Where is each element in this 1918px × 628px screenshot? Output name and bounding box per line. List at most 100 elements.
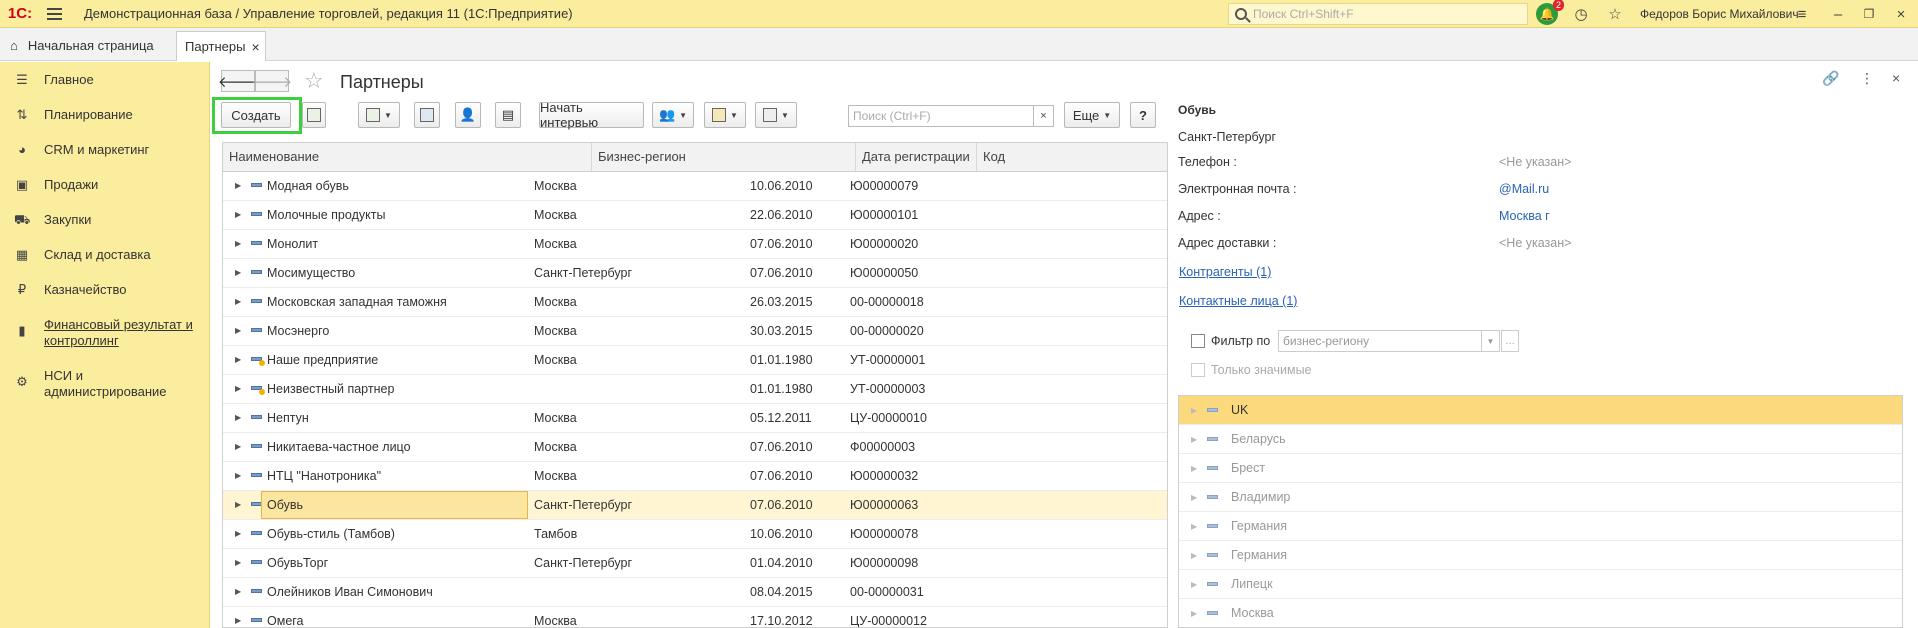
expand-arrow-icon[interactable]: ▶ <box>1191 512 1197 541</box>
region-list-item[interactable]: ▶ Брест <box>1179 454 1902 483</box>
region-list-item[interactable]: ▶ Москва <box>1179 599 1902 627</box>
email-value[interactable]: @Mail.ru <box>1499 182 1549 196</box>
document-button[interactable]: ▤ <box>495 102 521 128</box>
favorite-star-icon[interactable]: ☆ <box>304 68 324 94</box>
table-row[interactable]: ▶ Обувь-стиль (Тамбов) Тамбов 10.06.2010 Ю00… <box>223 520 1167 549</box>
history-icon[interactable]: ◷ <box>1570 3 1592 25</box>
region-list-item[interactable]: ▶ Германия <box>1179 512 1902 541</box>
interaction-button[interactable]: 👥 ▼ <box>652 102 694 128</box>
create-button[interactable]: Создать <box>221 102 291 128</box>
create-based-on-button[interactable]: ▼ <box>704 102 746 128</box>
table-row[interactable]: ▶ Мосэнерго Москва 30.03.2015 00-00000020 <box>223 317 1167 346</box>
table-row[interactable]: ▶ Наше предприятие Москва 01.01.1980 УТ-0000… <box>223 346 1167 375</box>
column-header-code[interactable]: Код <box>977 143 1167 171</box>
tab-home[interactable]: ⌂ Начальная страница <box>0 31 170 60</box>
link-icon[interactable]: 🔗 <box>1822 70 1839 87</box>
address-value[interactable]: Москва г <box>1499 209 1550 223</box>
copy-button[interactable] <box>302 102 326 128</box>
expand-arrow-icon[interactable]: ▶ <box>235 172 241 200</box>
column-header-region[interactable]: Бизнес-регион <box>592 143 856 171</box>
region-list-item[interactable]: ▶ Германия <box>1179 541 1902 570</box>
column-header-date[interactable]: Дата регистрации <box>856 143 977 171</box>
expand-arrow-icon[interactable]: ▶ <box>1191 541 1197 570</box>
expand-arrow-icon[interactable]: ▶ <box>235 520 241 548</box>
tab-partners[interactable]: Партнеры × <box>176 31 266 61</box>
expand-arrow-icon[interactable]: ▶ <box>235 578 241 606</box>
global-search-input[interactable]: Поиск Ctrl+Shift+F <box>1228 3 1528 25</box>
region-list-item[interactable]: ▶ Беларусь <box>1179 425 1902 454</box>
sidebar-item-finance[interactable]: ▮ Финансовый результат и контроллинг <box>0 317 210 349</box>
sidebar-item-purchases[interactable]: ⛟ Закупки <box>0 212 210 230</box>
filter-select[interactable]: бизнес-региону <box>1278 330 1482 352</box>
expand-arrow-icon[interactable]: ▶ <box>1191 483 1197 512</box>
expand-arrow-icon[interactable]: ▶ <box>235 607 241 627</box>
expand-arrow-icon[interactable]: ▶ <box>235 491 241 519</box>
start-interview-button[interactable]: Начать интервью <box>539 100 644 130</box>
table-row[interactable]: ▶ Молочные продукты Москва 22.06.2010 Ю00000… <box>223 201 1167 230</box>
back-button[interactable]: 🡐 <box>218 70 258 92</box>
table-row[interactable]: ▶ Обувь Санкт-Петербург 07.06.2010 Ю00000063 <box>223 491 1167 520</box>
table-row[interactable]: ▶ Московская западная таможня Москва 26.03.… <box>223 288 1167 317</box>
expand-arrow-icon[interactable]: ▶ <box>235 346 241 374</box>
expand-arrow-icon[interactable]: ▶ <box>235 230 241 258</box>
notifications-bell-icon[interactable]: 🔔 2 <box>1536 0 1564 25</box>
expand-arrow-icon[interactable]: ▶ <box>235 433 241 461</box>
select-more-button[interactable]: … <box>1501 330 1519 352</box>
sidebar-item-admin[interactable]: ⚙ НСИ и администрирование <box>0 368 210 400</box>
help-button[interactable]: ? <box>1130 102 1156 128</box>
user-name[interactable]: Федоров Борис Михайлович <box>1640 7 1799 21</box>
table-row[interactable]: ▶ Олейников Иван Симонович 08.04.2015 00-00… <box>223 578 1167 607</box>
expand-arrow-icon[interactable]: ▶ <box>1191 599 1197 627</box>
clear-search-icon[interactable]: × <box>1034 105 1054 127</box>
expand-arrow-icon[interactable]: ▶ <box>235 404 241 432</box>
table-row[interactable]: ▶ Омега Москва 17.10.2012 ЦУ-00000012 <box>223 607 1167 627</box>
minimize-icon[interactable]: – <box>1827 3 1849 25</box>
region-list-item[interactable]: ▶ Липецк <box>1179 570 1902 599</box>
expand-arrow-icon[interactable]: ▶ <box>235 375 241 403</box>
create-group-button[interactable]: ▼ <box>358 102 400 128</box>
main-menu-button[interactable] <box>40 0 68 28</box>
column-header-name[interactable]: Наименование <box>223 143 592 171</box>
expand-arrow-icon[interactable]: ▶ <box>235 259 241 287</box>
favorites-star-icon[interactable]: ☆ <box>1604 3 1626 25</box>
sidebar-item-crm[interactable]: ◕ CRM и маркетинг <box>0 142 210 158</box>
table-row[interactable]: ▶ Модная обувь Москва 10.06.2010 Ю00000079 <box>223 172 1167 201</box>
restore-icon[interactable]: ❐ <box>1858 3 1880 25</box>
list-search-input[interactable]: Поиск (Ctrl+F) <box>848 105 1034 127</box>
sidebar-item-main[interactable]: ☰ Главное <box>0 72 210 88</box>
expand-arrow-icon[interactable]: ▶ <box>1191 396 1197 425</box>
table-row[interactable]: ▶ Никитаева-частное лицо Москва 07.06.2010 Ф… <box>223 433 1167 462</box>
contractors-link[interactable]: Контрагенты (1) <box>1179 265 1271 279</box>
table-row[interactable]: ▶ Нептун Москва 05.12.2011 ЦУ-00000010 <box>223 404 1167 433</box>
chevron-down-icon[interactable]: ▼ <box>1482 330 1500 352</box>
contacts-link[interactable]: Контактные лица (1) <box>1179 294 1297 308</box>
sidebar-item-planning[interactable]: ⇅ Планирование <box>0 107 210 123</box>
more-button[interactable]: Еще ▼ <box>1064 102 1120 128</box>
table-row[interactable]: ▶ Неизвестный партнер 01.01.1980 УТ-0000000… <box>223 375 1167 404</box>
close-window-icon[interactable]: × <box>1890 3 1912 25</box>
expand-arrow-icon[interactable]: ▶ <box>1191 454 1197 483</box>
expand-arrow-icon[interactable]: ▶ <box>235 288 241 316</box>
reports-button[interactable]: ▼ <box>755 102 797 128</box>
move-to-group-button[interactable] <box>414 102 440 128</box>
expand-arrow-icon[interactable]: ▶ <box>235 462 241 490</box>
table-row[interactable]: ▶ ОбувьТорг Санкт-Петербург 01.04.2010 Ю0000… <box>223 549 1167 578</box>
table-row[interactable]: ▶ Мосимущество Санкт-Петербург 07.06.2010 Ю0… <box>223 259 1167 288</box>
only-significant-checkbox[interactable] <box>1191 363 1205 377</box>
expand-arrow-icon[interactable]: ▶ <box>1191 425 1197 454</box>
settings-menu-icon[interactable]: ≡ <box>1791 3 1813 25</box>
close-tab-icon[interactable]: × <box>251 39 259 55</box>
region-list-item[interactable]: ▶ UK <box>1179 396 1902 425</box>
expand-arrow-icon[interactable]: ▶ <box>235 549 241 577</box>
sidebar-item-warehouse[interactable]: ▦ Склад и доставка <box>0 247 210 263</box>
close-form-icon[interactable]: × <box>1892 70 1900 86</box>
sidebar-item-treasury[interactable]: ₽ Казначейство <box>0 282 210 298</box>
more-vertical-icon[interactable]: ⋮ <box>1860 70 1874 87</box>
contact-person-button[interactable]: 👤 <box>455 102 481 128</box>
forward-button[interactable]: 🡒 <box>252 70 292 92</box>
table-row[interactable]: ▶ НТЦ "Нанотроника" Москва 07.06.2010 Ю00000… <box>223 462 1167 491</box>
expand-arrow-icon[interactable]: ▶ <box>1191 570 1197 599</box>
region-list-item[interactable]: ▶ Владимир <box>1179 483 1902 512</box>
expand-arrow-icon[interactable]: ▶ <box>235 317 241 345</box>
filter-checkbox[interactable] <box>1191 334 1205 348</box>
